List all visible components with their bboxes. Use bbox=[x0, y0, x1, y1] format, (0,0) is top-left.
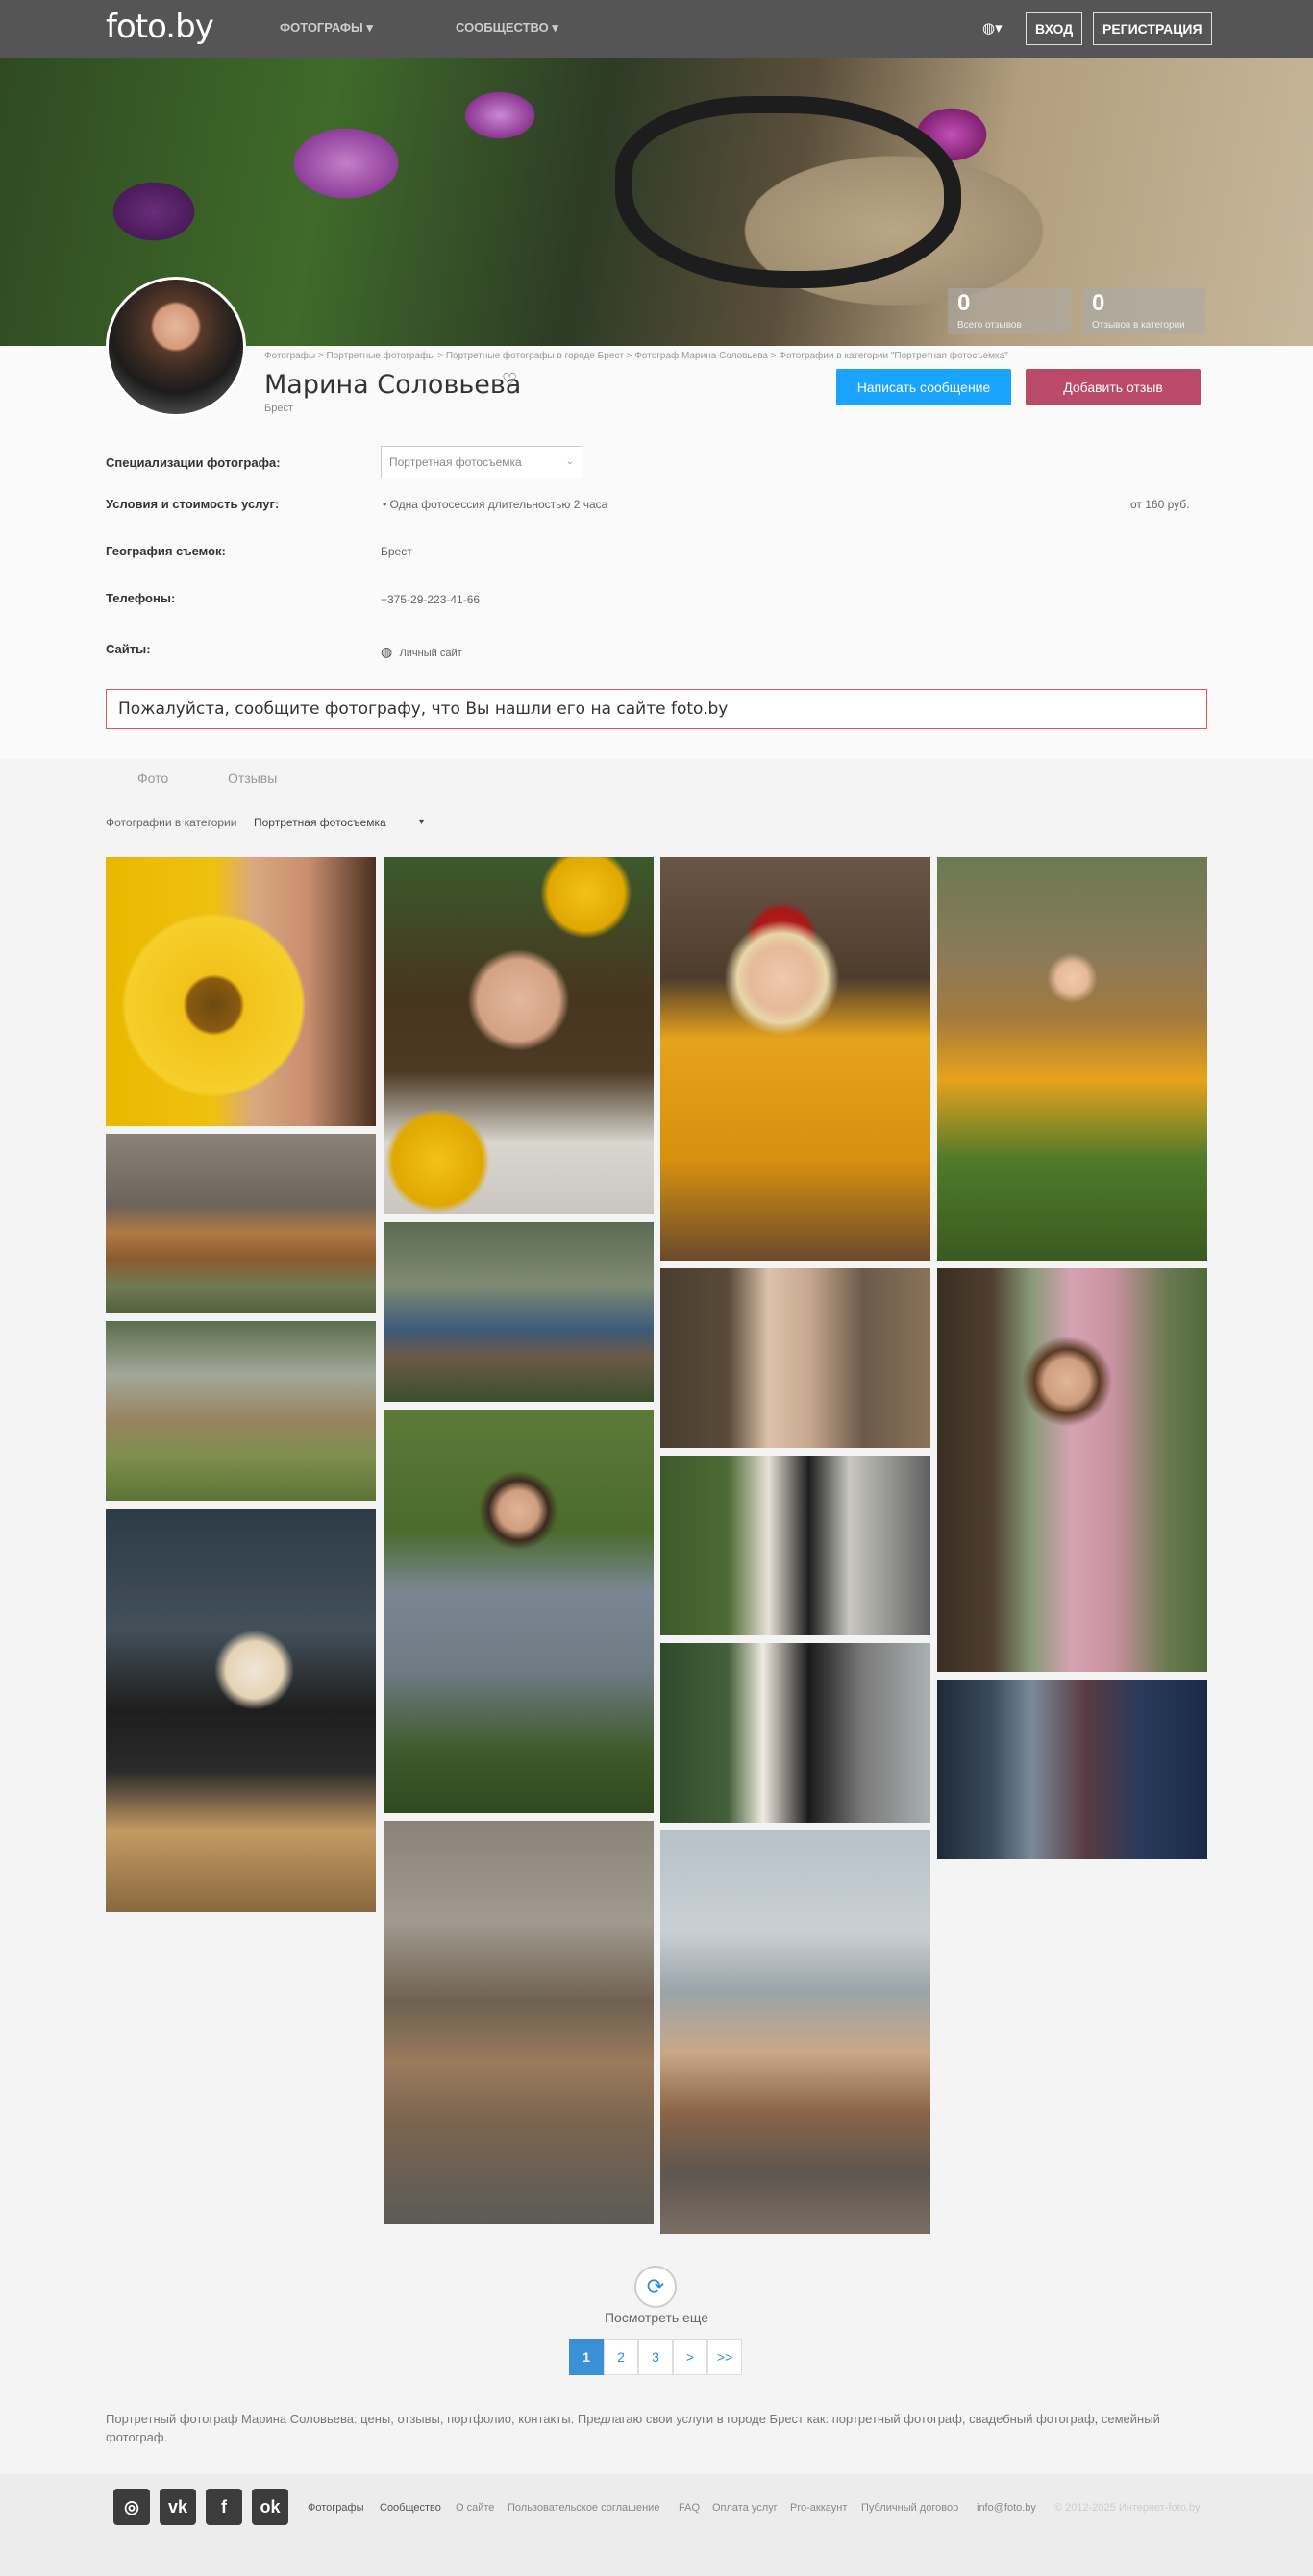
terms-label: Условия и стоимость услуг: bbox=[106, 497, 280, 511]
footer-link-terms[interactable]: Пользовательское соглашение bbox=[508, 2502, 659, 2514]
login-button[interactable]: ВХОД bbox=[1026, 12, 1083, 45]
register-button[interactable]: РЕГИСТРАЦИЯ bbox=[1093, 12, 1212, 45]
spec-select[interactable]: Портретная фотосъемка ⌄ bbox=[381, 446, 582, 478]
copyright: © 2012-2025 Интернет-foto.by bbox=[1054, 2502, 1201, 2514]
photographer-city: Брест bbox=[264, 403, 293, 414]
facebook-icon[interactable]: f bbox=[206, 2489, 242, 2525]
globe-icon: ◍ bbox=[381, 644, 393, 659]
footer-link-community[interactable]: Сообщество bbox=[380, 2502, 441, 2514]
load-more-label[interactable]: Посмотреть еще bbox=[577, 2310, 736, 2325]
page-last[interactable]: >> bbox=[707, 2339, 742, 2375]
refresh-icon[interactable]: ⟳ bbox=[634, 2266, 677, 2308]
stat-category-number: 0 bbox=[1092, 290, 1105, 316]
gallery-photo[interactable] bbox=[384, 1821, 654, 2224]
phone-value[interactable]: +375-29-223-41-66 bbox=[381, 593, 480, 606]
footer-link-about[interactable]: О сайте bbox=[456, 2502, 494, 2514]
page-next[interactable]: > bbox=[673, 2339, 707, 2375]
odnoklassniki-icon[interactable]: ok bbox=[252, 2489, 288, 2525]
gallery-photo[interactable] bbox=[937, 1680, 1207, 1859]
category-select-value: Портретная фотосъемка bbox=[254, 816, 386, 829]
gallery-photo[interactable] bbox=[660, 1830, 930, 2234]
gallery-photo[interactable] bbox=[660, 1456, 930, 1635]
geo-label: География съемок: bbox=[106, 544, 226, 558]
gallery-photo[interactable] bbox=[106, 1509, 376, 1912]
category-label: Фотографии в категории bbox=[106, 816, 237, 829]
footer bbox=[0, 2474, 1313, 2576]
gallery-photo[interactable] bbox=[937, 1268, 1207, 1672]
photographer-name: Марина Соловьева bbox=[264, 370, 522, 400]
gallery-photo[interactable] bbox=[660, 1643, 930, 1823]
stat-category-label: Отзывов в категории bbox=[1092, 320, 1185, 331]
site-link-label: Личный сайт bbox=[399, 648, 462, 659]
tab-bar: Фото Отзывы bbox=[106, 761, 302, 797]
page-1[interactable]: 1 bbox=[569, 2339, 604, 2375]
notice-banner: Пожалуйста, сообщите фотографу, что Вы н… bbox=[106, 689, 1207, 729]
cover-glasses-shape bbox=[615, 96, 961, 288]
footer-link-faq[interactable]: FAQ bbox=[679, 2502, 700, 2514]
gallery-photo[interactable] bbox=[660, 1268, 930, 1448]
category-select[interactable]: Портретная фотосъемка ▾ bbox=[254, 816, 436, 829]
page-2[interactable]: 2 bbox=[604, 2339, 638, 2375]
vk-icon[interactable]: vk bbox=[160, 2489, 196, 2525]
instagram-icon[interactable]: ◎ bbox=[113, 2489, 150, 2525]
chevron-down-icon: ▾ bbox=[419, 817, 425, 827]
gallery-photo[interactable] bbox=[384, 857, 654, 1214]
footer-link-pro[interactable]: Pro-аккаунт bbox=[790, 2502, 847, 2514]
stat-total-label: Всего отзывов bbox=[957, 320, 1022, 331]
nav-community[interactable]: СООБЩЕСТВО ▾ bbox=[456, 20, 558, 36]
tab-reviews[interactable]: Отзывы bbox=[228, 771, 277, 786]
spec-select-value: Портретная фотосъемка bbox=[389, 455, 522, 469]
footer-link-photographers[interactable]: Фотографы bbox=[308, 2502, 363, 2514]
gallery-photo[interactable] bbox=[384, 1222, 654, 1402]
footer-link-contract[interactable]: Публичный договор bbox=[861, 2502, 958, 2514]
footer-link-email[interactable]: info@foto.by bbox=[977, 2502, 1036, 2514]
write-message-button[interactable]: Написать сообщение bbox=[836, 369, 1011, 405]
avatar[interactable] bbox=[106, 277, 246, 417]
globe-icon[interactable]: ◍▾ bbox=[982, 19, 1003, 37]
gallery-photo[interactable] bbox=[660, 857, 930, 1261]
site-logo[interactable]: foto.by bbox=[106, 8, 214, 46]
stat-total-number: 0 bbox=[957, 290, 971, 316]
seo-description: Портретный фотограф Марина Соловьева: це… bbox=[106, 2412, 1160, 2444]
spec-label: Специализации фотографа: bbox=[106, 455, 281, 470]
gallery-photo[interactable] bbox=[937, 857, 1207, 1261]
breadcrumb[interactable]: Фотографы > Портретные фотографы > Портр… bbox=[264, 351, 1008, 361]
favorite-heart-icon[interactable]: ♡ bbox=[502, 370, 517, 390]
stat-total-reviews: 0 Всего отзывов bbox=[948, 288, 1071, 334]
terms-item: • Одна фотосессия длительностью 2 часа bbox=[383, 498, 608, 511]
geo-value: Брест bbox=[381, 545, 412, 558]
gallery-photo[interactable] bbox=[106, 857, 376, 1126]
stat-category-reviews: 0 Отзывов в категории bbox=[1082, 288, 1205, 334]
tab-photos[interactable]: Фото bbox=[137, 771, 168, 786]
gallery-photo[interactable] bbox=[384, 1410, 654, 1813]
sites-label: Сайты: bbox=[106, 642, 151, 656]
footer-link-payment[interactable]: Оплата услуг bbox=[712, 2502, 778, 2514]
gallery-photo[interactable] bbox=[106, 1321, 376, 1501]
nav-photographers[interactable]: ФОТОГРАФЫ ▾ bbox=[280, 20, 373, 36]
gallery-photo[interactable] bbox=[106, 1134, 376, 1313]
chevron-down-icon: ⌄ bbox=[565, 456, 574, 467]
phone-label: Телефоны: bbox=[106, 591, 176, 605]
site-link[interactable]: ◍ Личный сайт bbox=[381, 644, 462, 660]
add-review-button[interactable]: Добавить отзыв bbox=[1026, 369, 1201, 405]
terms-price: от 160 руб. bbox=[1130, 498, 1190, 511]
page-3[interactable]: 3 bbox=[638, 2339, 673, 2375]
top-bar: foto.by ФОТОГРАФЫ ▾ СООБЩЕСТВО ▾ ◍▾ ВХОД… bbox=[0, 0, 1313, 58]
